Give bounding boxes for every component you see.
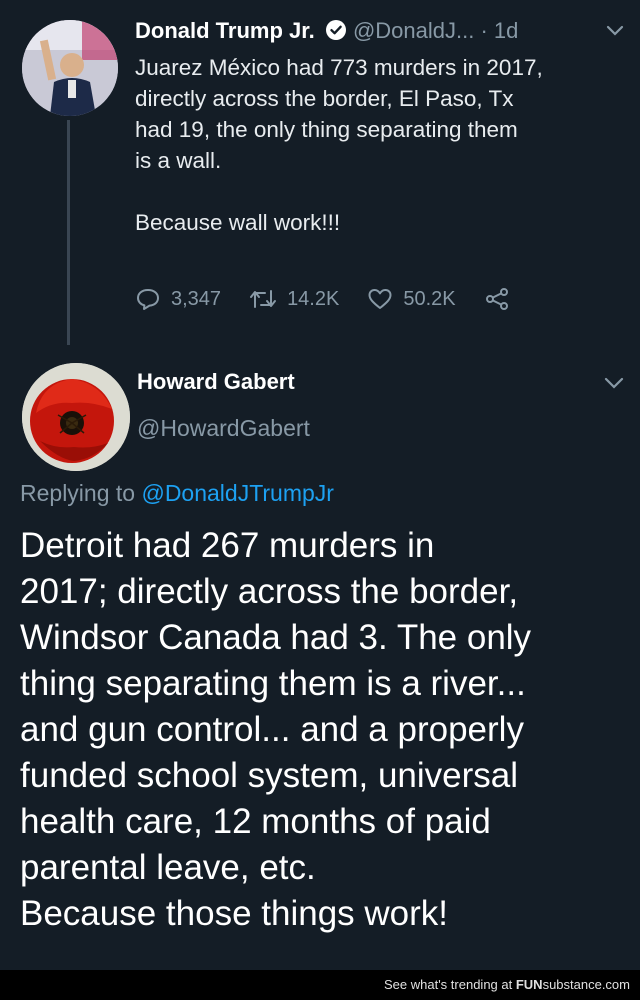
tweet-line: is a wall.	[135, 148, 222, 173]
tweet-line: Detroit had 267 murders in	[20, 526, 435, 565]
chevron-down-icon[interactable]	[606, 24, 624, 42]
brand-bold: FUN	[515, 977, 543, 992]
tweet-line: thing separating them is a river...	[20, 664, 526, 703]
author-name[interactable]: Donald Trump Jr.	[135, 18, 315, 43]
tweet-header: Donald Trump Jr. @DonaldJ... · 1d	[135, 18, 615, 50]
tweet-line: Because wall work!!!	[135, 210, 341, 235]
tweet-line: had 19, the only thing separating them	[135, 117, 518, 142]
watermark-text[interactable]: See what's trending at FUNsubstance.com	[384, 977, 630, 992]
watermark-prefix: See what's trending at	[384, 977, 516, 992]
tweet-line: Juarez México had 773 murders in 2017,	[135, 55, 543, 80]
author-handle[interactable]: @DonaldJ...	[353, 18, 474, 43]
watermark-footer: See what's trending at FUNsubstance.com	[0, 970, 640, 1000]
avatar[interactable]	[22, 363, 130, 471]
tweet-text: Detroit had 267 murders in 2017; directl…	[20, 523, 630, 937]
mention-link[interactable]: @DonaldJTrumpJr	[141, 480, 334, 506]
tweet-line: 2017; directly across the border,	[20, 572, 519, 611]
retweet-button[interactable]: 14.2K	[249, 287, 339, 311]
tweet-line: health care, 12 months of paid	[20, 802, 491, 841]
separator-dot: ·	[480, 18, 488, 43]
reply-tweet[interactable]: Howard Gabert @HowardGabert Replying to …	[0, 345, 640, 970]
tweet-text: Juarez México had 773 murders in 2017, d…	[135, 52, 620, 238]
thread-line	[67, 120, 70, 345]
tweet-line: directly across the border, El Paso, Tx	[135, 86, 514, 111]
reply-count: 3,347	[171, 287, 222, 310]
retweet-count: 14.2K	[287, 287, 340, 310]
author-handle[interactable]: @HowardGabert	[137, 415, 310, 442]
replying-prefix: Replying to	[20, 480, 142, 506]
author-name[interactable]: Howard Gabert	[137, 369, 295, 395]
original-tweet[interactable]: Donald Trump Jr. @DonaldJ... · 1d Juarez…	[0, 0, 640, 345]
reply-button[interactable]: 3,347	[135, 287, 221, 311]
retweet-icon	[250, 290, 277, 308]
tweet-line: Windsor Canada had 3. The only	[20, 618, 532, 657]
chevron-down-icon[interactable]	[604, 377, 624, 395]
tweet-line: parental leave, etc.	[20, 848, 316, 887]
verified-icon	[325, 19, 347, 47]
tweet-line: funded school system, universal	[20, 756, 519, 795]
like-count: 50.2K	[403, 287, 456, 310]
tweet-line: and gun control... and a properly	[20, 710, 524, 749]
avatar[interactable]	[22, 20, 118, 116]
tweet-line: Because those things work!	[20, 894, 449, 933]
replying-to: Replying to @DonaldJTrumpJr	[20, 480, 334, 507]
like-button[interactable]: 50.2K	[367, 287, 456, 311]
tweet-actions: 3,347 14.2K 50.2K	[135, 284, 548, 314]
share-button[interactable]	[484, 287, 520, 311]
like-icon	[368, 289, 392, 309]
timestamp[interactable]: 1d	[494, 18, 518, 43]
brand-rest: substance.com	[542, 977, 630, 992]
share-icon	[485, 288, 508, 310]
reply-icon	[137, 289, 159, 310]
